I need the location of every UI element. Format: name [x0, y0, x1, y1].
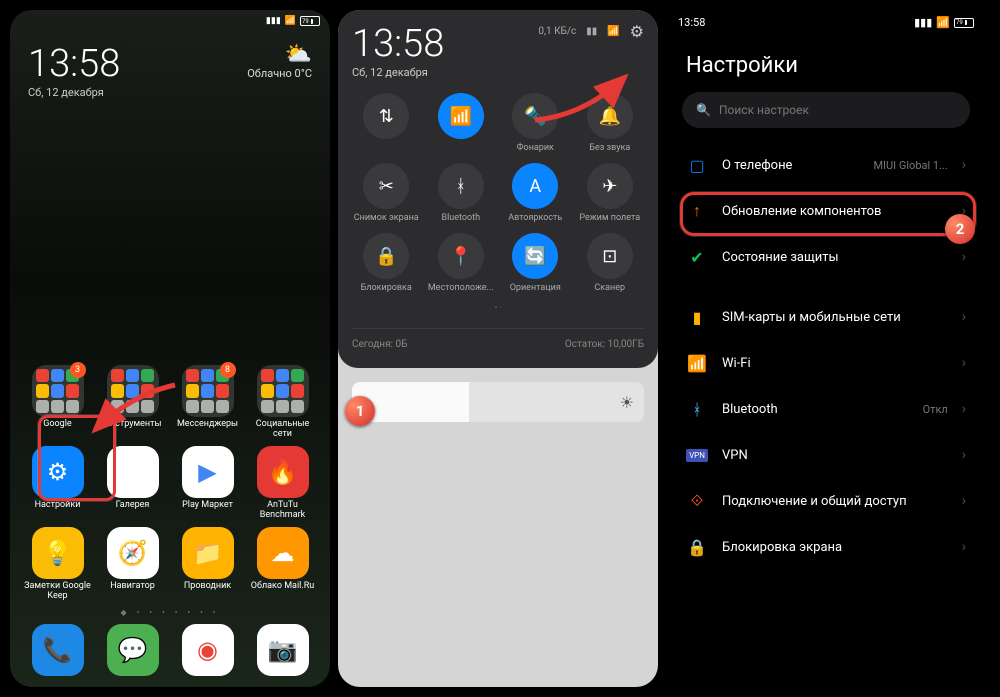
- folder-Социальные сети[interactable]: Социальные сети: [247, 365, 319, 440]
- qs-Местоположе...[interactable]: 📍Местоположе...: [427, 233, 496, 293]
- storage-today: Сегодня: 0Б: [352, 339, 407, 350]
- camera-icon[interactable]: 📷: [257, 624, 309, 676]
- app-Галерея[interactable]: Галерея: [97, 446, 169, 521]
- signal-icon: ▮▮: [586, 26, 597, 37]
- phone-settings: 13:58 ▮▮▮ 📶 79 Настройки 🔍 Поиск настрое…: [666, 10, 986, 687]
- wifi-icon: 📶: [607, 26, 619, 37]
- qs-Блокировка[interactable]: 🔒Блокировка: [352, 233, 421, 293]
- qs-Ориентация[interactable]: 🔄Ориентация: [501, 233, 570, 293]
- settings-item-Состояние защиты[interactable]: ✔Состояние защиты›: [666, 234, 986, 280]
- wifi-icon: 📶: [285, 16, 296, 26]
- settings-item-Wi-Fi[interactable]: 📶Wi-Fi›: [666, 340, 986, 386]
- phone-homescreen: ▮▮▮ 📶 79 13:58 Сб, 12 декабря ⛅ Облачно …: [10, 10, 330, 687]
- status-bar: 13:58 ▮▮▮ 📶 79: [666, 10, 986, 35]
- chevron-right-icon: ›: [962, 355, 966, 371]
- messages-icon[interactable]: 💬: [107, 624, 159, 676]
- settings-item-Подключение и общий доступ[interactable]: ⟐Подключение и общий доступ›: [666, 478, 986, 524]
- qs-toggle[interactable]: ⇅: [352, 93, 421, 153]
- chevron-right-icon: ›: [962, 249, 966, 265]
- storage-remain: Остаток: 10,00ГБ: [565, 339, 644, 350]
- status-bar: ▮▮▮ 📶 79: [10, 10, 330, 32]
- clock-time: 13:58: [28, 42, 120, 86]
- chevron-right-icon: ›: [962, 447, 966, 463]
- battery-indicator: 79: [300, 16, 320, 26]
- brightness-slider[interactable]: ☀: [352, 382, 644, 422]
- step-marker-1: 1: [345, 396, 375, 426]
- wifi-icon: 📶: [936, 16, 950, 29]
- app-Заметки Google Keep[interactable]: 💡Заметки Google Keep: [22, 527, 94, 602]
- page-indicator: ◆ • • • • • • •: [20, 608, 320, 617]
- settings-item-VPN[interactable]: VPNVPN›: [666, 432, 986, 478]
- settings-item-SIM-карты и мобильные сети[interactable]: ▮SIM-карты и мобильные сети›: [666, 294, 986, 340]
- chevron-right-icon: ›: [962, 493, 966, 509]
- page-dots: • ·: [352, 303, 644, 312]
- clock-date: Сб, 12 декабря: [28, 86, 120, 99]
- chrome-icon[interactable]: ◉: [182, 624, 234, 676]
- qs-toggle[interactable]: 📶: [427, 93, 496, 153]
- qs-Снимок экрана[interactable]: ✂Снимок экрана: [352, 163, 421, 223]
- qs-Сканер[interactable]: ⊡Сканер: [576, 233, 645, 293]
- app-Проводник[interactable]: 📁Проводник: [172, 527, 244, 602]
- app-Навигатор[interactable]: 🧭Навигатор: [97, 527, 169, 602]
- phone-icon[interactable]: 📞: [32, 624, 84, 676]
- page-title: Настройки: [666, 35, 986, 92]
- settings-item-Обновление компонентов[interactable]: ↑Обновление компонентов›: [666, 188, 986, 234]
- qs-Bluetooth[interactable]: ᚼBluetooth: [427, 163, 496, 223]
- search-icon: 🔍: [696, 103, 711, 117]
- app-Облако Mail.Ru[interactable]: ☁Облако Mail.Ru: [247, 527, 319, 602]
- chevron-right-icon: ›: [962, 401, 966, 417]
- chevron-right-icon: ›: [962, 309, 966, 325]
- app-AnTuTu Benchmark[interactable]: 🔥AnTuTu Benchmark: [247, 446, 319, 521]
- dock: 📞 💬 ◉ 📷: [10, 624, 330, 679]
- search-input[interactable]: 🔍 Поиск настроек: [682, 92, 970, 128]
- weather-widget[interactable]: ⛅ Облачно 0°C: [247, 42, 312, 80]
- shade-time: 13:58: [352, 22, 444, 66]
- data-speed: 0,1 КБ/с: [538, 26, 576, 37]
- chevron-right-icon: ›: [962, 157, 966, 173]
- settings-gear-icon[interactable]: ⚙: [630, 22, 644, 41]
- settings-item-Блокировка экрана[interactable]: 🔒Блокировка экрана›: [666, 524, 986, 570]
- brightness-icon: ☀: [620, 393, 634, 412]
- app-Play Маркет[interactable]: ▶Play Маркет: [172, 446, 244, 521]
- qs-Режим полета[interactable]: ✈Режим полета: [576, 163, 645, 223]
- qs-Автояркость[interactable]: AАвтояркость: [501, 163, 570, 223]
- signal-icon: ▮▮▮: [914, 16, 932, 29]
- step-marker-2: 2: [945, 214, 975, 244]
- settings-item-О телефоне[interactable]: ▢О телефонеMIUI Global 1...›: [666, 142, 986, 188]
- shade-date: Сб, 12 декабря: [352, 66, 444, 79]
- battery-indicator: 79: [954, 18, 974, 28]
- app-Настройки[interactable]: ⚙Настройки: [22, 446, 94, 521]
- settings-item-Bluetooth[interactable]: ᚼBluetoothОткл›: [666, 386, 986, 432]
- chevron-right-icon: ›: [962, 539, 966, 555]
- signal-icon: ▮▮▮: [266, 16, 281, 26]
